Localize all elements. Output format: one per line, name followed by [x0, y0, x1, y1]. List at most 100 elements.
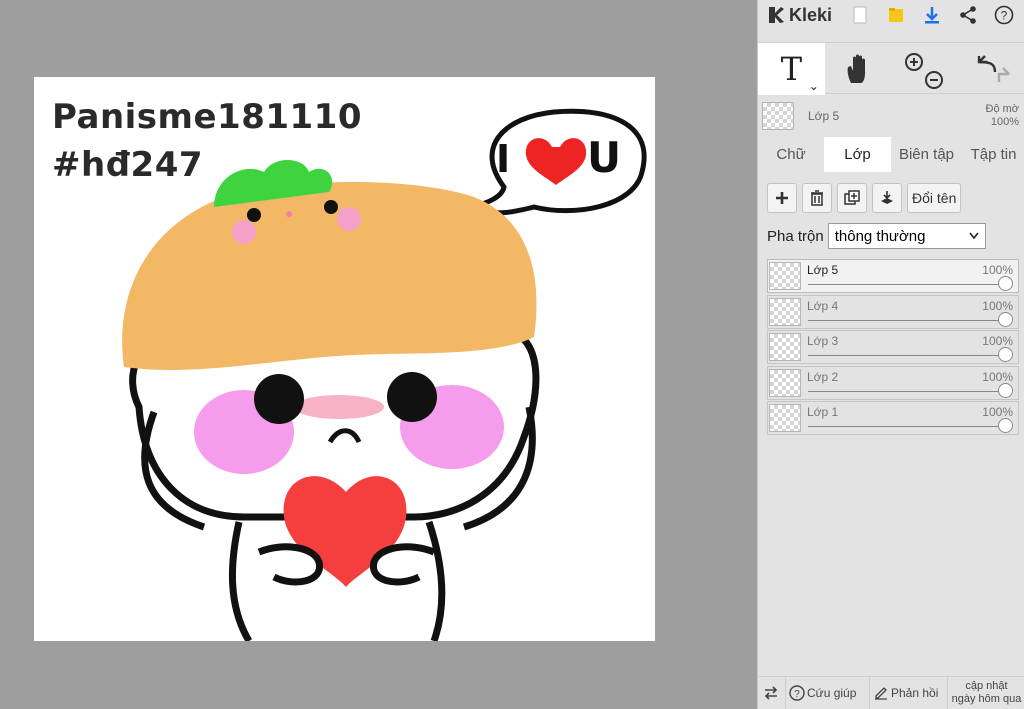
opacity-slider-handle[interactable] [998, 276, 1013, 291]
text-tool-icon: T [780, 50, 803, 88]
help-icon: ? [789, 685, 805, 701]
opacity-slider-track[interactable] [808, 355, 1010, 356]
layer-opacity: 100% [982, 405, 1013, 419]
help-link[interactable]: ? Cứu giúp [786, 676, 870, 709]
new-image-icon [853, 6, 867, 24]
kleki-logo-icon [769, 7, 784, 23]
zoom-in-out-icon[interactable] [898, 46, 952, 92]
tool-row: T ⌄ [758, 42, 1024, 95]
merge-down-button[interactable] [872, 183, 902, 213]
duplicate-icon [844, 190, 860, 205]
feedback-label: Phản hồi [891, 686, 939, 700]
share-icon [960, 6, 976, 24]
open-file-button[interactable] [878, 0, 914, 30]
chevron-down-icon[interactable]: ⌄ [809, 79, 819, 93]
opacity-slider-track[interactable] [808, 390, 1010, 392]
canvas-workspace[interactable]: Panisme181110 #hđ247 I U [0, 0, 757, 709]
current-layer-info: Lớp 5 Độ mờ 100% [758, 98, 1024, 134]
help-button[interactable]: ? [986, 0, 1022, 30]
opacity-label: Độ mờ [985, 103, 1020, 115]
current-layer-thumbnail [762, 102, 794, 130]
app-logo: Kleki [758, 5, 842, 26]
trash-icon [811, 190, 823, 206]
help-label: Cứu giúp [807, 686, 857, 700]
opacity-slider-handle[interactable] [998, 311, 1013, 327]
speech-letter-u: U [587, 133, 622, 182]
layer-row[interactable]: Lớp 1 100% [767, 401, 1019, 435]
feedback-icon [875, 687, 887, 700]
hand-icon [847, 54, 866, 83]
opacity-slider-handle[interactable] [998, 347, 1013, 362]
layer-thumbnail [769, 297, 801, 326]
update-info[interactable]: cập nhật ngày hôm qua [948, 677, 1024, 709]
layer-thumbnail [769, 368, 801, 397]
current-layer-opacity: Độ mờ 100% [986, 103, 1020, 129]
new-image-button[interactable] [842, 0, 878, 30]
chevron-down-icon [969, 232, 979, 240]
feedback-link[interactable]: Phản hồi [870, 676, 948, 709]
download-icon [925, 7, 939, 24]
speech-letter-i: I [496, 137, 511, 181]
opacity-slider-track[interactable] [808, 319, 1010, 321]
hand-tool-button[interactable] [825, 43, 892, 95]
layer-name: Lớp 3 [807, 334, 839, 348]
canvas-text-line1: Panisme181110 [52, 97, 362, 137]
swap-side-button[interactable] [758, 676, 786, 709]
layer-name: Lớp 5 [807, 263, 839, 277]
merge-down-icon [881, 191, 893, 204]
layer-opacity: 100% [982, 334, 1013, 348]
opacity-slider-handle[interactable] [998, 418, 1013, 433]
top-toolbar: Kleki ? [758, 0, 1024, 30]
layer-row[interactable]: Lớp 5 100% [767, 259, 1019, 293]
layer-row[interactable]: Lớp 2 100% [767, 365, 1019, 400]
blend-mode-row: Pha trộn thông thường [767, 223, 986, 249]
opacity-value: 100% [990, 116, 1019, 128]
rename-layer-button[interactable]: Đổi tên [907, 183, 962, 213]
opacity-slider-track[interactable] [808, 284, 1010, 285]
bottom-bar: ? Cứu giúp Phản hồi cập nhật ngày hôm qu… [758, 676, 1024, 709]
blend-mode-value: thông thường [834, 227, 926, 245]
undo-redo-icon[interactable] [965, 46, 1019, 92]
update-line2: ngày hôm qua [951, 693, 1022, 705]
tab-bar: Chữ Lớp Biên tập Tập tin [758, 137, 1024, 172]
svg-text:?: ? [1001, 9, 1008, 23]
text-tool-button[interactable]: T ⌄ [758, 43, 825, 95]
swap-arrows-icon [764, 686, 777, 700]
layer-name: Lớp 4 [807, 298, 839, 313]
help-icon: ? [994, 5, 1014, 25]
sidebar: Kleki ? T ⌄ Lớp 5 Độ mờ 100% Chữ Lớp Biê… [757, 0, 1024, 709]
add-layer-button[interactable] [767, 183, 797, 213]
layer-thumbnail [769, 404, 801, 432]
share-button[interactable] [950, 0, 986, 30]
opacity-slider-handle[interactable] [998, 382, 1013, 398]
blend-mode-label: Pha trộn [767, 227, 824, 245]
drawing-canvas[interactable]: Panisme181110 #hđ247 I U [34, 77, 655, 641]
layer-row[interactable]: Lớp 3 100% [767, 330, 1019, 364]
canvas-text-line2: #hđ247 [52, 145, 204, 185]
tab-text[interactable]: Chữ [758, 137, 824, 172]
app-name: Kleki [789, 4, 833, 25]
layer-name: Lớp 2 [807, 369, 839, 384]
download-button[interactable] [914, 0, 950, 30]
plus-icon [776, 192, 788, 204]
layer-opacity: 100% [982, 369, 1013, 384]
layer-thumbnail [769, 262, 801, 290]
svg-text:?: ? [794, 689, 800, 700]
open-folder-icon [889, 8, 903, 22]
current-layer-name: Lớp 5 [808, 109, 840, 123]
layer-row[interactable]: Lớp 4 100% [767, 294, 1019, 329]
layer-list: Lớp 5 100% Lớp 4 100% Lớp 3 100% Lớp 2 100% Lớp … [767, 259, 1019, 437]
duplicate-layer-button[interactable] [837, 183, 867, 213]
layer-opacity: 100% [982, 298, 1013, 313]
tab-file[interactable]: Tập tin [962, 137, 1024, 172]
tab-edit[interactable]: Biên tập [891, 137, 962, 172]
layer-name: Lớp 1 [807, 405, 839, 419]
undo-redo-controls [958, 43, 1024, 95]
blend-mode-select[interactable]: thông thường [827, 223, 986, 249]
delete-layer-button[interactable] [802, 183, 832, 213]
zoom-controls [892, 43, 959, 95]
update-line1: cập nhật [965, 680, 1008, 692]
opacity-slider-track[interactable] [808, 426, 1010, 427]
layer-thumbnail [769, 333, 801, 361]
tab-layers[interactable]: Lớp [824, 137, 891, 172]
